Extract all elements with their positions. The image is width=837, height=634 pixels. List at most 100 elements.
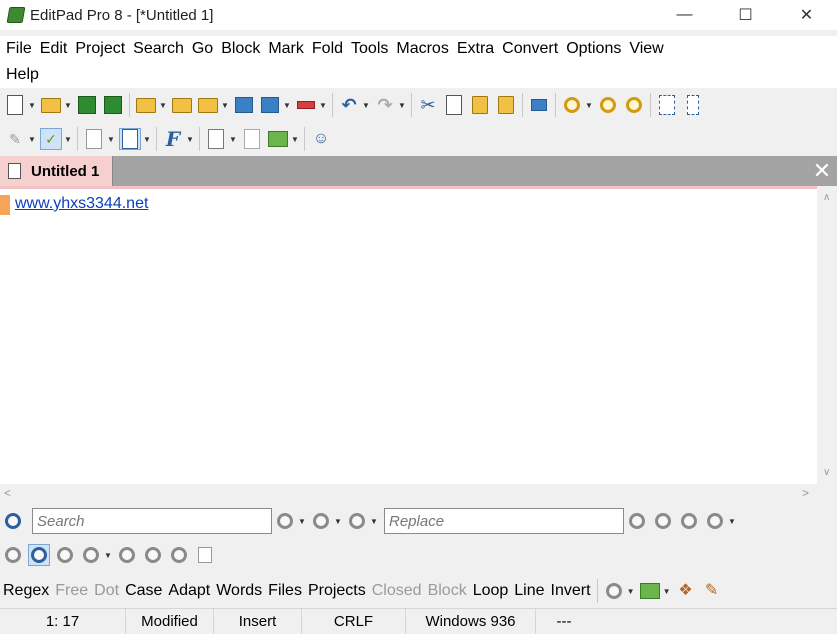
clip-collection-icon[interactable] <box>267 128 289 150</box>
project-folder-dropdown[interactable]: ▼ <box>221 94 229 116</box>
regexbuddy-icon[interactable]: ❖ <box>675 580 697 602</box>
maximize-button[interactable]: ☐ <box>715 0 776 30</box>
option-projects[interactable]: Projects <box>305 582 369 600</box>
search-up-icon[interactable] <box>623 94 645 116</box>
add-project-icon[interactable] <box>259 94 281 116</box>
syntax-highlight-icon[interactable]: ✎ <box>4 128 26 150</box>
edit-template-icon[interactable] <box>241 128 263 150</box>
paste-special-icon[interactable] <box>495 94 517 116</box>
text-layout-dropdown[interactable]: ▼ <box>143 128 151 150</box>
list-matches-icon[interactable] <box>194 544 216 566</box>
undo-icon[interactable]: ↶ <box>338 94 360 116</box>
replace-previous-icon[interactable] <box>678 510 700 532</box>
open-file-icon[interactable] <box>40 94 62 116</box>
editor-line-1[interactable]: www.yhxs3344.net <box>15 195 148 213</box>
find-previous-dropdown[interactable]: ▼ <box>370 510 378 532</box>
user-tools-icon[interactable]: ☺ <box>310 128 332 150</box>
menu-macros[interactable]: Macros <box>392 40 452 58</box>
search-panel-icon[interactable] <box>2 510 24 532</box>
option-loop[interactable]: Loop <box>470 582 512 600</box>
find-first-icon[interactable] <box>54 544 76 566</box>
menu-fold[interactable]: Fold <box>308 40 347 58</box>
clip-collection-dropdown[interactable]: ▼ <box>291 128 299 150</box>
menu-extra[interactable]: Extra <box>453 40 498 58</box>
replace-all-icon[interactable] <box>704 510 726 532</box>
font-icon[interactable]: F <box>162 128 184 150</box>
option-dot[interactable]: Dot <box>91 582 122 600</box>
open-file-dropdown[interactable]: ▼ <box>64 94 72 116</box>
copy-icon[interactable] <box>443 94 465 116</box>
status-insert-mode[interactable]: Insert <box>214 608 302 634</box>
spellcheck-icon[interactable]: ✓ <box>40 128 62 150</box>
text-layout-icon[interactable] <box>119 128 141 150</box>
menu-convert[interactable]: Convert <box>498 40 562 58</box>
search-down-icon[interactable] <box>597 94 619 116</box>
scroll-up-icon[interactable]: ∧ <box>823 192 830 203</box>
redo-dropdown[interactable]: ▼ <box>398 94 406 116</box>
save-all-icon[interactable] <box>102 94 124 116</box>
find-last-icon[interactable] <box>80 544 102 566</box>
remove-project-dropdown[interactable]: ▼ <box>319 94 327 116</box>
page-format-dropdown[interactable]: ▼ <box>107 128 115 150</box>
option-regex[interactable]: Regex <box>0 582 52 600</box>
editor-area[interactable]: www.yhxs3344.net <box>0 186 817 484</box>
search-history-dropdown[interactable]: ▼ <box>298 510 306 532</box>
zoom-search-dropdown[interactable]: ▼ <box>585 94 593 116</box>
option-case[interactable]: Case <box>122 582 165 600</box>
open-project-dropdown[interactable]: ▼ <box>159 94 167 116</box>
zoom-search-icon[interactable] <box>561 94 583 116</box>
tab-untitled-1[interactable]: Untitled 1 <box>0 156 113 186</box>
menu-tools[interactable]: Tools <box>347 40 392 58</box>
save-project-icon[interactable] <box>233 94 255 116</box>
page-format-icon[interactable] <box>83 128 105 150</box>
menu-help[interactable]: Help <box>2 66 43 84</box>
search-input[interactable]: Search <box>32 508 272 534</box>
scroll-left-icon[interactable]: < <box>4 486 11 500</box>
edit-file-icon[interactable] <box>205 128 227 150</box>
option-adapt[interactable]: Adapt <box>165 582 213 600</box>
paste-block-icon[interactable] <box>528 94 550 116</box>
menu-options[interactable]: Options <box>562 40 625 58</box>
close-tab-icon[interactable]: ✕ <box>807 156 837 186</box>
search-history-clock-dropdown[interactable]: ▼ <box>627 580 635 602</box>
spellcheck-dropdown[interactable]: ▼ <box>64 128 72 150</box>
search-history-icon[interactable] <box>274 510 296 532</box>
project-folder-icon[interactable] <box>197 94 219 116</box>
font-dropdown[interactable]: ▼ <box>186 128 194 150</box>
menu-view[interactable]: View <box>625 40 667 58</box>
option-closed[interactable]: Closed <box>369 582 425 600</box>
minimize-button[interactable]: — <box>654 0 715 30</box>
regexmagic-icon[interactable]: ✎ <box>701 580 723 602</box>
select-block-icon[interactable] <box>656 94 678 116</box>
find-all-icon[interactable] <box>116 544 138 566</box>
edit-file-dropdown[interactable]: ▼ <box>229 128 237 150</box>
syntax-dropdown[interactable]: ▼ <box>28 128 36 150</box>
replace-next-icon[interactable] <box>652 510 674 532</box>
open-project-icon[interactable] <box>135 94 157 116</box>
instant-search-icon[interactable] <box>28 544 50 566</box>
remove-project-icon[interactable] <box>295 94 317 116</box>
replace-all-dropdown[interactable]: ▼ <box>728 510 736 532</box>
find-previous-icon[interactable] <box>346 510 368 532</box>
fold-matches-icon[interactable] <box>168 544 190 566</box>
menu-file[interactable]: File <box>2 40 36 58</box>
option-words[interactable]: Words <box>213 582 265 600</box>
replace-input[interactable]: Replace <box>384 508 624 534</box>
horizontal-scrollbar[interactable]: < > <box>0 484 837 504</box>
option-line[interactable]: Line <box>511 582 547 600</box>
menu-go[interactable]: Go <box>188 40 217 58</box>
replace-icon[interactable] <box>626 510 648 532</box>
menu-block[interactable]: Block <box>217 40 264 58</box>
search-folder-icon[interactable] <box>639 580 661 602</box>
new-file-icon[interactable] <box>4 94 26 116</box>
option-block[interactable]: Block <box>425 582 470 600</box>
new-file-dropdown[interactable]: ▼ <box>28 94 36 116</box>
status-line-break[interactable]: CRLF <box>302 608 406 634</box>
undo-dropdown[interactable]: ▼ <box>362 94 370 116</box>
find-next-icon[interactable] <box>310 510 332 532</box>
cut-icon[interactable]: ✂ <box>417 94 439 116</box>
option-invert[interactable]: Invert <box>548 582 594 600</box>
option-free[interactable]: Free <box>52 582 91 600</box>
paste-icon[interactable] <box>469 94 491 116</box>
search-history-clock-icon[interactable] <box>603 580 625 602</box>
